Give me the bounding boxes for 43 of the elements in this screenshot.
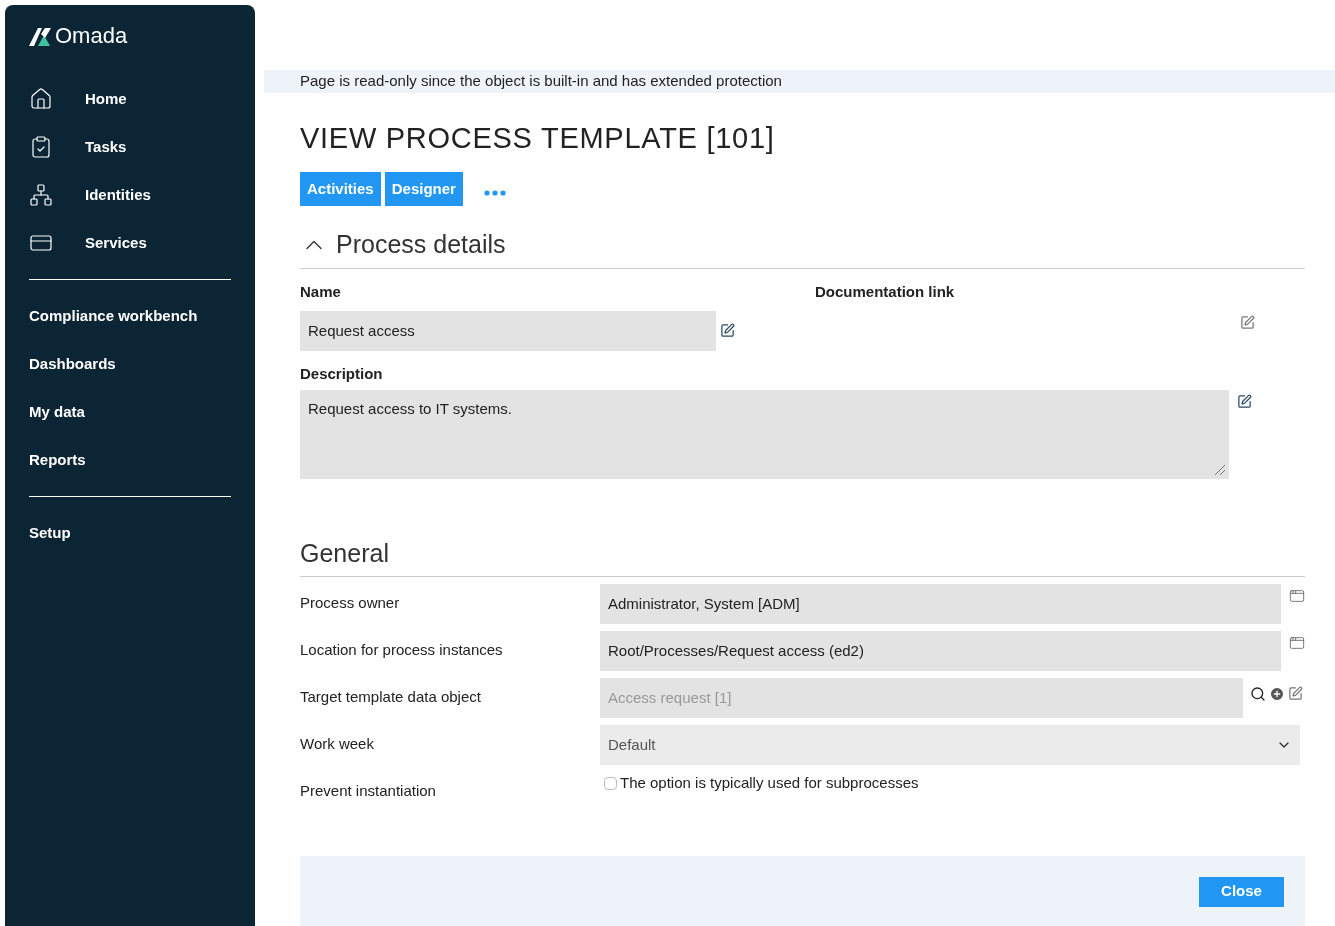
name-field[interactable]: Request access	[300, 311, 716, 351]
nav-item[interactable]: My data	[29, 388, 231, 436]
resize-grip-icon[interactable]	[1215, 464, 1225, 475]
field-label: Work week	[300, 734, 375, 754]
field-label: Prevent instantiation	[300, 781, 437, 801]
field-label: Name	[300, 281, 342, 302]
edit-icon[interactable]	[1237, 393, 1252, 409]
network-icon	[29, 183, 53, 207]
field-label: Documentation link	[815, 281, 956, 302]
field-label: Location for process instances	[300, 640, 504, 660]
logo-icon	[29, 26, 51, 46]
edit-icon[interactable]	[1240, 315, 1255, 330]
home-icon	[29, 87, 53, 111]
window-icon[interactable]	[1289, 588, 1305, 604]
edit-icon[interactable]	[1288, 686, 1303, 701]
section-title: General	[300, 538, 389, 567]
select-field[interactable]: Default	[600, 725, 1300, 765]
checkbox[interactable]	[604, 776, 617, 790]
field-label: Process owner	[300, 593, 401, 613]
description-field[interactable]: Request access to IT systems.	[300, 389, 1229, 479]
more-icon[interactable]	[482, 189, 507, 197]
search-icon[interactable]	[1250, 686, 1266, 702]
window-icon[interactable]	[1289, 635, 1305, 651]
nav-item[interactable]: Home	[29, 75, 231, 123]
input-field[interactable]: Administrator, System [ADM]	[600, 584, 1281, 624]
read-only-notice: Page is read-only since the object is built-in and has extended protection	[264, 70, 1335, 93]
nav-item[interactable]: Compliance workbench	[29, 292, 231, 340]
add-icon[interactable]	[1269, 686, 1285, 702]
field-label: Description	[300, 364, 384, 384]
checkbox-label: The option is typically used for subprocesses	[620, 772, 919, 793]
logo-text: Omada	[55, 25, 128, 47]
nav-item[interactable]: Setup	[29, 509, 231, 557]
nav-item[interactable]: Identities	[29, 171, 231, 219]
nav-item[interactable]: Dashboards	[29, 340, 231, 388]
input-field[interactable]: Root/Processes/Request access (ed2)	[600, 631, 1281, 671]
nav-item[interactable]: Services	[29, 219, 231, 267]
nav-item[interactable]: Tasks	[29, 123, 231, 171]
nav-item[interactable]: Reports	[29, 436, 231, 484]
clipboard-icon	[29, 135, 53, 159]
edit-icon[interactable]	[720, 323, 735, 338]
field-label: Target template data object	[300, 687, 482, 707]
section-title: Process details	[336, 229, 506, 260]
page-title: VIEW PROCESS TEMPLATE [101]	[300, 120, 776, 156]
